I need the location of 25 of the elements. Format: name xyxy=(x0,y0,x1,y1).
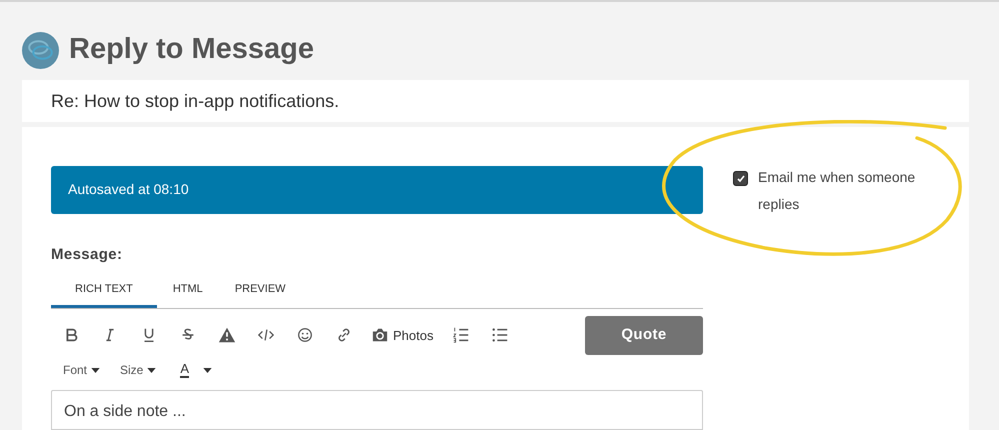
check-icon xyxy=(736,174,746,184)
caret-icon xyxy=(203,368,212,373)
chat-bubbles-logo xyxy=(22,32,59,68)
smiley-icon xyxy=(296,326,314,344)
bullet-list-icon xyxy=(490,326,509,344)
numbered-list-icon xyxy=(452,326,470,344)
subject-text: Re: How to stop in-app notifications. xyxy=(51,90,340,113)
size-dropdown[interactable]: Size xyxy=(120,361,156,380)
camera-icon xyxy=(371,327,389,344)
page-title: Reply to Message xyxy=(69,32,314,68)
editor-tab[interactable]: RICH TEXT xyxy=(51,272,157,308)
font-dropdown[interactable]: Font xyxy=(63,361,100,380)
message-label: Message: xyxy=(51,244,124,265)
email-option-label: Email me when someone replies xyxy=(758,168,916,214)
message-editor[interactable]: On a side note ... xyxy=(51,390,703,430)
editor-tab[interactable]: PREVIEW xyxy=(218,272,302,308)
text-color-dropdown[interactable]: A xyxy=(180,362,212,378)
warning-icon xyxy=(218,326,236,344)
email-checkbox[interactable] xyxy=(733,171,748,186)
editor-tab[interactable]: HTML xyxy=(156,272,219,308)
caret-icon xyxy=(147,368,156,373)
autosave-text: Autosaved at 08:10 xyxy=(68,180,189,200)
quote-button[interactable]: Quote xyxy=(585,316,703,355)
caret-icon xyxy=(91,368,100,373)
photos-button[interactable]: Photos xyxy=(363,320,442,350)
